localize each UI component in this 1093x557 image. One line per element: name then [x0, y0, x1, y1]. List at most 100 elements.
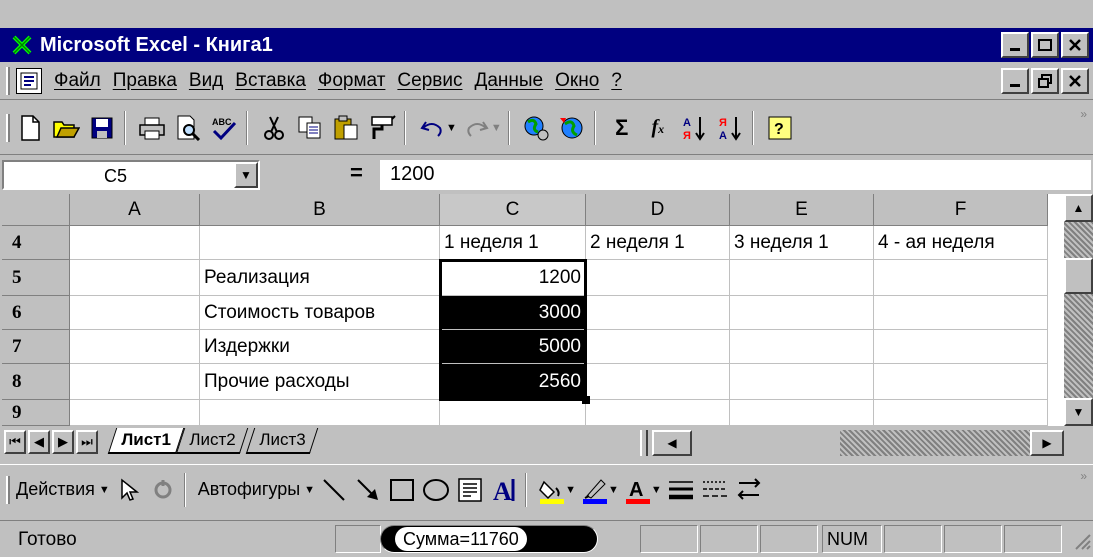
scroll-down-icon[interactable]: ▼ — [1064, 398, 1093, 426]
minimize-icon[interactable] — [1001, 32, 1029, 58]
format-painter-icon[interactable] — [366, 112, 398, 144]
autoshapes-menu[interactable]: Автофигуры — [198, 479, 300, 500]
name-box-dropdown-icon[interactable]: ▼ — [234, 162, 258, 188]
doc-restore-icon[interactable] — [1031, 68, 1059, 94]
scroll-left-icon[interactable]: ◀ — [652, 430, 692, 456]
excel-app-icon[interactable] — [10, 33, 34, 57]
column-header-f[interactable]: F — [874, 194, 1048, 226]
select-objects-icon[interactable] — [114, 475, 144, 505]
vertical-scroll-track[interactable] — [1064, 294, 1093, 398]
cell-b4[interactable] — [200, 226, 440, 260]
cell-a5[interactable] — [70, 260, 200, 296]
fill-color-dropdown-icon[interactable]: ▼ — [565, 484, 576, 496]
cell-c5[interactable]: 1200 — [440, 260, 586, 296]
font-color-dropdown-icon[interactable]: ▼ — [651, 484, 662, 496]
scroll-up-icon[interactable]: ▲ — [1064, 194, 1093, 222]
dash-style-icon[interactable] — [700, 475, 730, 505]
autosum-icon[interactable]: Σ — [606, 112, 638, 144]
last-sheet-icon[interactable]: ⏭ — [76, 430, 98, 454]
arrow-icon[interactable] — [353, 475, 383, 505]
web-toolbar-icon[interactable] — [556, 112, 588, 144]
cell-b8[interactable]: Прочие расходы — [200, 364, 440, 400]
cell-a9[interactable] — [70, 400, 200, 426]
cell-b7[interactable]: Издержки — [200, 330, 440, 364]
doc-minimize-icon[interactable] — [1001, 68, 1029, 94]
line-style-icon[interactable] — [666, 475, 696, 505]
status-sum-panel[interactable]: Сумма=11760 — [380, 525, 598, 553]
undo-icon[interactable] — [416, 112, 448, 144]
column-header-d[interactable]: D — [586, 194, 730, 226]
cell-e8[interactable] — [730, 364, 874, 400]
toolbar-grip[interactable] — [6, 113, 10, 142]
arrow-style-icon[interactable] — [734, 475, 764, 505]
row-header-8[interactable]: 8 — [2, 364, 70, 400]
menu-format[interactable]: Формат — [318, 70, 386, 92]
cell-a4[interactable] — [70, 226, 200, 260]
menu-insert[interactable]: Вставка — [235, 70, 306, 92]
horizontal-scrollbar[interactable]: ◀ ▶ — [652, 430, 1064, 456]
cell-f9[interactable] — [874, 400, 1048, 426]
row-header-9[interactable]: 9 — [2, 400, 70, 426]
document-icon[interactable] — [16, 67, 42, 94]
maximize-icon[interactable] — [1031, 32, 1059, 58]
cell-a8[interactable] — [70, 364, 200, 400]
prev-sheet-icon[interactable]: ◀ — [28, 430, 50, 454]
sheet-tab-3[interactable]: Лист3 — [245, 428, 319, 454]
cell-d4[interactable]: 2 неделя 1 — [586, 226, 730, 260]
cell-f8[interactable] — [874, 364, 1048, 400]
cell-f7[interactable] — [874, 330, 1048, 364]
line-color-icon[interactable] — [580, 475, 610, 505]
menu-view[interactable]: Вид — [189, 70, 223, 92]
sort-ascending-icon[interactable]: AЯ — [678, 112, 710, 144]
cell-e6[interactable] — [730, 296, 874, 330]
cell-d6[interactable] — [586, 296, 730, 330]
cell-c8[interactable]: 2560 — [440, 364, 586, 400]
menu-data[interactable]: Данные — [474, 70, 543, 92]
sheet-tab-2[interactable]: Лист2 — [175, 428, 249, 454]
cut-icon[interactable] — [258, 112, 290, 144]
name-box[interactable]: C5 ▼ — [2, 160, 260, 190]
cell-a6[interactable] — [70, 296, 200, 330]
actions-menu[interactable]: Действия — [16, 479, 95, 500]
close-icon[interactable] — [1061, 32, 1089, 58]
cell-e5[interactable] — [730, 260, 874, 296]
menu-window[interactable]: Окно — [555, 70, 599, 92]
print-icon[interactable] — [136, 112, 168, 144]
horizontal-scroll-track[interactable] — [840, 430, 1030, 456]
undo-dropdown-icon[interactable]: ▼ — [446, 122, 457, 134]
title-bar[interactable]: Microsoft Excel - Книга1 — [0, 28, 1093, 62]
cell-c9[interactable] — [440, 400, 586, 426]
menu-help[interactable]: ? — [611, 70, 622, 92]
cell-d7[interactable] — [586, 330, 730, 364]
cell-c4[interactable]: 1 неделя 1 — [440, 226, 586, 260]
first-sheet-icon[interactable]: ⏮ — [4, 430, 26, 454]
formula-input[interactable]: 1200 — [380, 160, 1091, 190]
cell-e7[interactable] — [730, 330, 874, 364]
cell-f5[interactable] — [874, 260, 1048, 296]
column-header-c[interactable]: C — [440, 194, 586, 226]
spelling-icon[interactable]: ABC — [208, 112, 240, 144]
next-sheet-icon[interactable]: ▶ — [52, 430, 74, 454]
horizontal-scroll-thumb[interactable] — [692, 430, 840, 456]
copy-icon[interactable] — [294, 112, 326, 144]
hyperlink-icon[interactable] — [520, 112, 552, 144]
doc-close-icon[interactable] — [1061, 68, 1089, 94]
function-icon[interactable]: fx — [642, 112, 674, 144]
column-header-a[interactable]: A — [70, 194, 200, 226]
new-document-icon[interactable] — [14, 112, 46, 144]
redo-dropdown-icon[interactable]: ▼ — [491, 122, 502, 134]
cell-c6[interactable]: 3000 — [440, 296, 586, 330]
resize-grip-icon[interactable] — [1071, 530, 1091, 555]
wordart-icon[interactable]: A — [489, 475, 519, 505]
drawing-toolbar-grip[interactable] — [6, 475, 10, 504]
redo-icon[interactable] — [461, 112, 493, 144]
scroll-right-icon[interactable]: ▶ — [1030, 430, 1064, 456]
line-icon[interactable] — [319, 475, 349, 505]
sort-descending-icon[interactable]: ЯA — [714, 112, 746, 144]
cell-a7[interactable] — [70, 330, 200, 364]
free-rotate-icon[interactable] — [148, 475, 178, 505]
vertical-scrollbar[interactable]: ▲ ▼ — [1064, 194, 1093, 426]
cell-b5[interactable]: Реализация — [200, 260, 440, 296]
formula-equals[interactable]: = — [350, 160, 363, 186]
cell-f4[interactable]: 4 - ая неделя — [874, 226, 1048, 260]
